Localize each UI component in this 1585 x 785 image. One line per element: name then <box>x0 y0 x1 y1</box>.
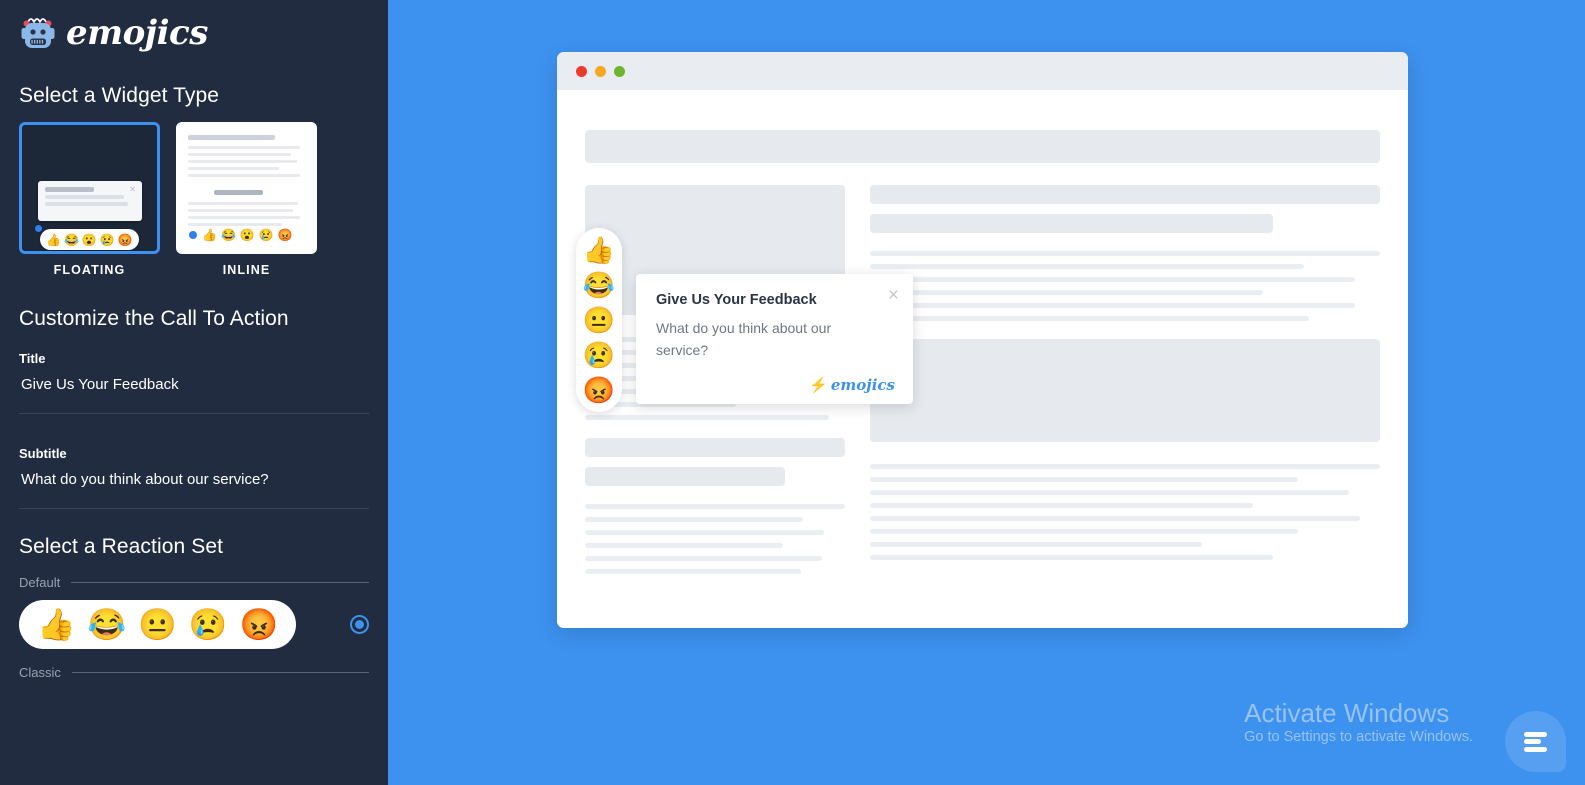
browser-title-bar <box>557 52 1408 90</box>
inline-thumb-lines <box>177 123 316 226</box>
window-close-dot[interactable] <box>576 65 587 77</box>
title-field-group: Title Give Us Your Feedback <box>19 331 369 414</box>
emoji-neutral[interactable]: 😐 <box>138 609 177 640</box>
reaction-set-name-classic: Classic <box>19 665 61 680</box>
feedback-popup-brand-name: emojics <box>830 376 895 394</box>
brand-logo[interactable]: emojics <box>10 0 378 56</box>
widget-type-label-floating: FLOATING <box>53 263 126 277</box>
app-root: emojics Select a Widget Type ✕ 👍😂😮😢😡 <box>0 0 1585 785</box>
floating-thumb-emoji-pill: 👍 😂 😮 😢 😡 <box>40 229 139 250</box>
inline-thumb-emoji-row: 👍 😂 😮 😢 😡 <box>189 229 293 241</box>
feedback-popup-brand[interactable]: ⚡ emojics <box>809 376 895 394</box>
subtitle-field-divider <box>19 508 369 509</box>
floating-reaction-rail[interactable]: 👍 😂 😐 😢 😡 <box>576 228 622 412</box>
close-icon[interactable]: × <box>888 286 899 305</box>
subtitle-field-group: Subtitle What do you think about our ser… <box>19 414 369 509</box>
watermark-subtitle: Go to Settings to activate Windows. <box>1244 729 1473 745</box>
widget-type-label-inline: INLINE <box>222 263 271 277</box>
feedback-popup: × Give Us Your Feedback What do you thin… <box>636 274 913 404</box>
title-field-label: Title <box>19 351 46 366</box>
widget-type-option-floating[interactable]: ✕ 👍 😂 😮 😢 😡 FLOATING <box>19 122 160 277</box>
emoji-joy[interactable]: 😂 <box>88 609 127 640</box>
feedback-popup-subtitle: What do you think about our service? <box>656 320 832 358</box>
windows-activation-watermark: Activate Windows Go to Settings to activ… <box>1244 697 1473 746</box>
brand-wordmark: emojics <box>66 13 208 53</box>
rail-emoji-angry[interactable]: 😡 <box>583 377 615 403</box>
rail-emoji-thumbs-up[interactable]: 👍 <box>583 237 615 263</box>
thumb-close-icon: ✕ <box>129 185 136 194</box>
robot-head-icon <box>21 18 55 48</box>
lightning-bolt-icon: ⚡ <box>809 377 828 394</box>
skeleton-hero <box>585 130 1380 163</box>
widget-type-option-inline[interactable]: 👍 😂 😮 😢 😡 INLINE <box>176 122 317 277</box>
cta-heading: Customize the Call To Action <box>19 307 289 330</box>
feedback-popup-title: Give Us Your Feedback <box>656 292 817 308</box>
inline-thumbnail[interactable]: 👍 😂 😮 😢 😡 <box>176 122 317 254</box>
watermark-title: Activate Windows <box>1244 697 1450 728</box>
widget-type-heading: Select a Widget Type <box>19 84 220 107</box>
floating-thumbnail[interactable]: ✕ 👍 😂 😮 😢 😡 <box>19 122 160 254</box>
preview-stage: 👍 😂 😐 😢 😡 × Give Us Your Feedback What d… <box>388 0 1585 785</box>
reaction-set-name-default: Default <box>19 575 61 590</box>
menu-lines-icon <box>1524 729 1547 754</box>
divider-line <box>71 672 369 673</box>
window-minimize-dot[interactable] <box>595 65 606 77</box>
window-maximize-dot[interactable] <box>614 65 625 77</box>
widget-type-options: ✕ 👍 😂 😮 😢 😡 FLOATING 👍 😂 😮 😢 😡 INLINE <box>19 122 378 277</box>
emoji-thumbs-up[interactable]: 👍 <box>37 609 76 640</box>
emoji-angry[interactable]: 😡 <box>239 609 278 640</box>
skeleton-column-right <box>870 185 1380 574</box>
title-input[interactable]: Give Us Your Feedback <box>19 366 369 413</box>
reaction-set-classic-header: Classic <box>19 665 369 680</box>
reaction-set-default-header: Default <box>19 575 369 590</box>
rail-emoji-joy[interactable]: 😂 <box>583 272 615 298</box>
reaction-set-default-emojis[interactable]: 👍 😂 😐 😢 😡 <box>19 600 297 649</box>
floating-action-button[interactable] <box>1505 711 1566 772</box>
reaction-set-heading: Select a Reaction Set <box>19 535 224 558</box>
subtitle-field-label: Subtitle <box>19 446 67 461</box>
divider-line <box>71 582 369 583</box>
sidebar: emojics Select a Widget Type ✕ 👍😂😮😢😡 <box>0 0 388 785</box>
reaction-set-default-radio[interactable] <box>350 615 369 634</box>
emoji-cry[interactable]: 😢 <box>189 609 228 640</box>
floating-thumb-card: ✕ <box>38 181 142 221</box>
skeleton-image <box>870 339 1380 442</box>
reaction-set-default-row[interactable]: 👍 😂 😐 😢 😡 <box>19 600 369 649</box>
rail-emoji-cry[interactable]: 😢 <box>583 342 615 368</box>
rail-emoji-neutral[interactable]: 😐 <box>583 307 615 333</box>
subtitle-input[interactable]: What do you think about our service? <box>19 461 369 508</box>
browser-preview-window: 👍 😂 😐 😢 😡 × Give Us Your Feedback What d… <box>557 52 1408 628</box>
